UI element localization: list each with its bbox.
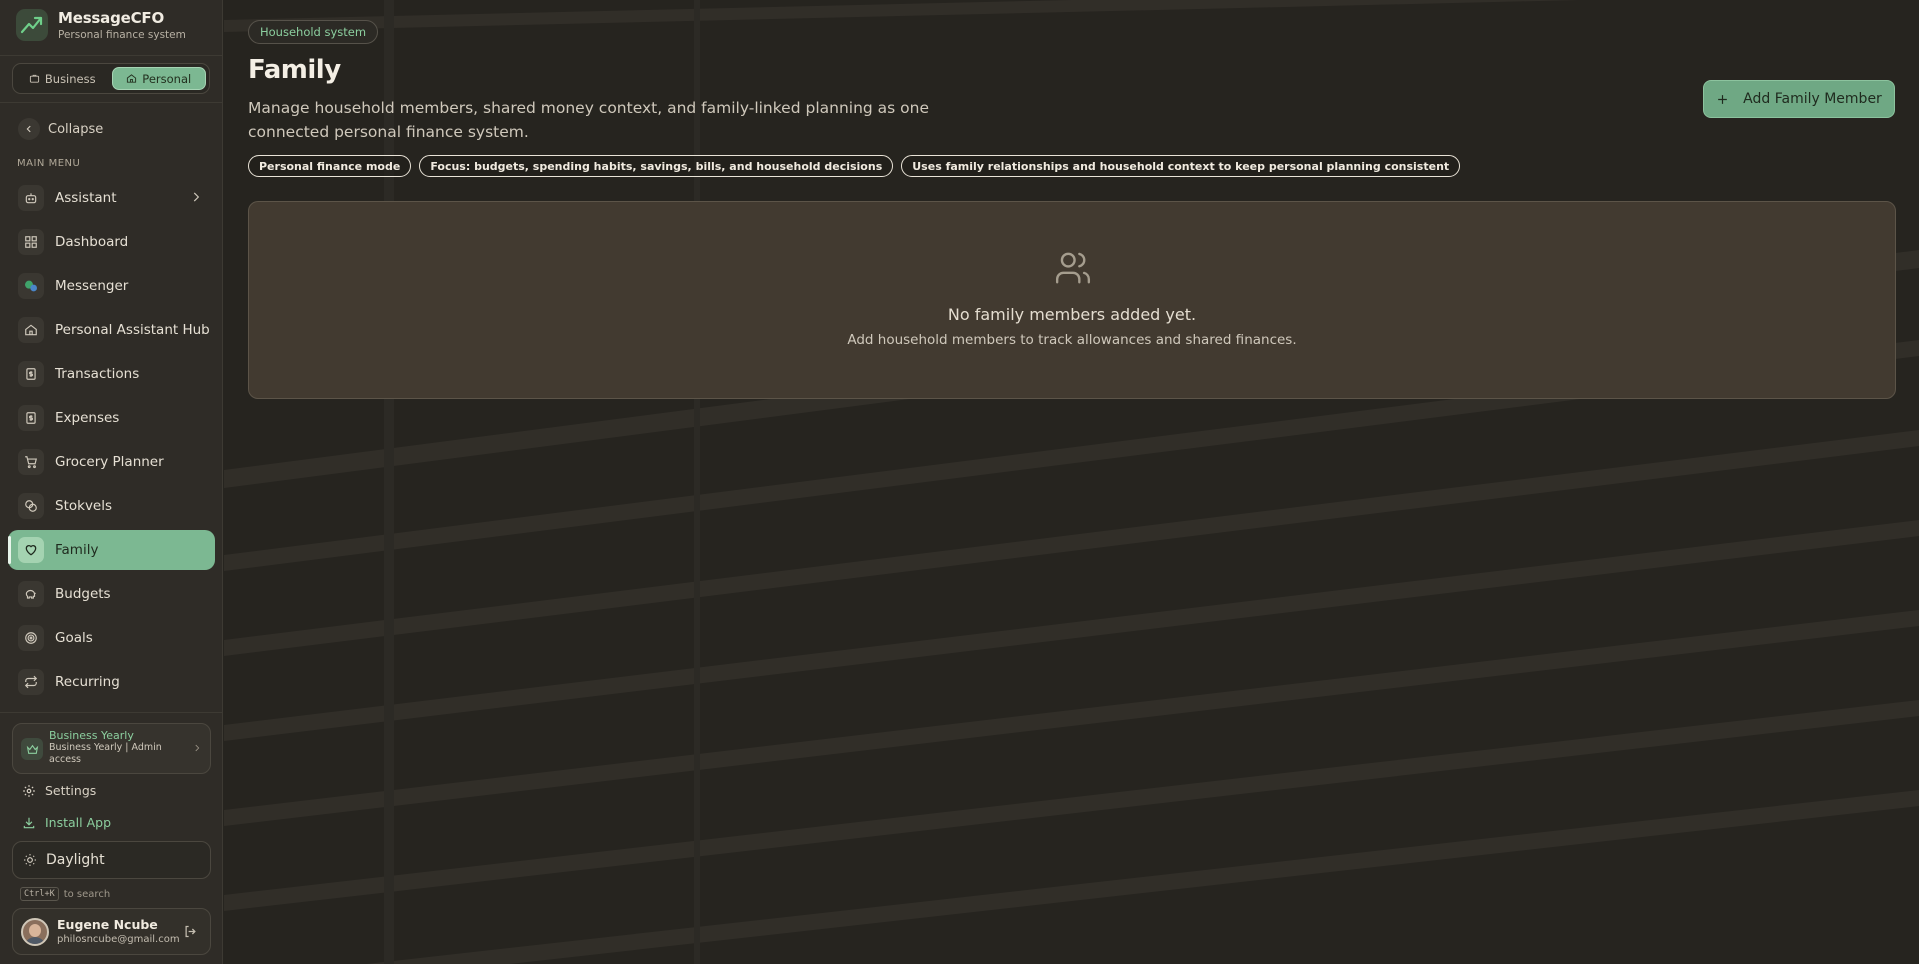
plan-card[interactable]: Business Yearly Business Yearly | Admin … xyxy=(12,723,211,774)
breadcrumb: Household system xyxy=(248,20,379,44)
user-email: philosncube@gmail.com xyxy=(57,934,180,945)
sidebar-item-personal-assistant-hub[interactable]: Personal Assistant Hub xyxy=(8,310,215,350)
sidebar-item-recurring[interactable]: Recurring xyxy=(8,662,215,702)
messenger-icon xyxy=(18,273,44,299)
context-tag: Uses family relationships and household … xyxy=(901,155,1461,177)
gear-icon xyxy=(23,784,35,797)
dollar-receipt-icon xyxy=(18,405,44,431)
crown-icon xyxy=(21,738,43,760)
coins-icon xyxy=(18,493,44,519)
plan-description: Business Yearly | Admin access xyxy=(49,742,162,765)
sidebar-item-budgets[interactable]: Budgets xyxy=(8,574,215,614)
sidebar-item-label: Assistant xyxy=(55,190,117,206)
settings-link[interactable]: Settings xyxy=(22,783,96,798)
briefcase-icon xyxy=(29,74,39,83)
sidebar-item-label: Transactions xyxy=(55,366,140,382)
plan-title: Business Yearly xyxy=(49,729,134,742)
avatar xyxy=(21,918,49,946)
brand-subtitle: Personal finance system xyxy=(58,29,186,41)
main-content: Household system Family Manage household… xyxy=(224,0,1919,964)
sidebar-item-dashboard[interactable]: Dashboard xyxy=(8,222,215,262)
search-hint: Ctrl+K to search xyxy=(20,887,110,901)
theme-label: Daylight xyxy=(46,852,105,868)
piggy-bank-icon xyxy=(18,581,44,607)
sidebar-item-label: Family xyxy=(55,542,99,558)
mode-switch: Business Personal xyxy=(12,63,210,94)
empty-state-subtitle: Add household members to track allowance… xyxy=(847,332,1297,348)
install-app-link[interactable]: Install App xyxy=(22,815,111,830)
sidebar-item-expenses[interactable]: Expenses xyxy=(8,398,215,438)
chevron-right-icon xyxy=(195,744,200,752)
collapse-label: Collapse xyxy=(48,121,104,137)
logout-icon[interactable] xyxy=(183,924,198,939)
context-tags: Personal finance mode Focus: budgets, sp… xyxy=(248,155,1461,177)
heart-icon xyxy=(18,537,44,563)
search-hint-text: to search xyxy=(63,888,111,900)
sidebar-item-label: Messenger xyxy=(55,278,129,294)
sidebar: MessageCFO Personal finance system Busin… xyxy=(0,0,223,964)
divider xyxy=(0,102,223,103)
search-shortcut: Ctrl+K xyxy=(20,887,59,901)
sidebar-item-label: Budgets xyxy=(55,586,111,602)
sidebar-item-assistant[interactable]: Assistant xyxy=(8,178,215,218)
empty-state-title: No family members added yet. xyxy=(947,305,1197,324)
home-icon xyxy=(127,74,137,83)
user-name: Eugene Ncube xyxy=(57,917,158,932)
background-pattern xyxy=(224,0,1919,964)
repeat-icon xyxy=(18,669,44,695)
sidebar-item-messenger[interactable]: Messenger xyxy=(8,266,215,306)
sidebar-item-label: Expenses xyxy=(55,410,120,426)
sidebar-item-label: Personal Assistant Hub xyxy=(55,322,210,338)
sidebar-item-label: Recurring xyxy=(55,674,120,690)
home-icon xyxy=(18,317,44,343)
sidebar-item-stokvels[interactable]: Stokvels xyxy=(8,486,215,526)
chevron-right-icon xyxy=(193,192,200,202)
business-mode-button[interactable]: Business xyxy=(16,67,109,90)
sidebar-item-goals[interactable]: Goals xyxy=(8,618,215,658)
sidebar-item-label: Dashboard xyxy=(55,234,129,250)
empty-state-card: No family members added yet. Add househo… xyxy=(248,201,1896,399)
personal-mode-label: Personal xyxy=(142,71,192,86)
sidebar-item-family[interactable]: Family xyxy=(8,530,215,570)
plus-icon xyxy=(1718,94,1728,104)
brand[interactable]: MessageCFO Personal finance system xyxy=(16,9,186,41)
collapse-button[interactable]: Collapse xyxy=(18,118,103,140)
target-icon xyxy=(18,625,44,651)
sidebar-item-transactions[interactable]: Transactions xyxy=(8,354,215,394)
context-tag: Focus: budgets, spending habits, savings… xyxy=(419,155,894,177)
settings-label: Settings xyxy=(45,783,97,798)
add-family-member-button[interactable]: Add Family Member xyxy=(1703,80,1895,118)
grid-icon xyxy=(18,229,44,255)
chevron-left-icon xyxy=(18,118,40,140)
brand-logo-icon xyxy=(16,9,48,41)
page-title: Family xyxy=(248,55,341,85)
business-mode-label: Business xyxy=(44,71,96,86)
context-tag: Personal finance mode xyxy=(248,155,412,177)
users-icon xyxy=(1055,252,1091,284)
sidebar-item-label: Goals xyxy=(55,630,93,646)
sun-icon xyxy=(24,854,36,866)
menu-heading: MAIN MENU xyxy=(17,158,81,169)
sidebar-item-grocery-planner[interactable]: Grocery Planner xyxy=(8,442,215,482)
download-icon xyxy=(23,817,35,828)
add-family-member-label: Add Family Member xyxy=(1743,91,1882,107)
install-app-label: Install App xyxy=(45,815,112,830)
page-description: Manage household members, shared money c… xyxy=(248,99,930,141)
sidebar-item-label: Grocery Planner xyxy=(55,454,164,470)
user-card[interactable]: Eugene Ncube philosncube@gmail.com xyxy=(12,908,211,955)
brand-name: MessageCFO xyxy=(58,9,164,27)
theme-toggle[interactable]: Daylight xyxy=(12,841,211,879)
divider xyxy=(0,55,223,56)
bot-icon xyxy=(18,185,44,211)
dollar-receipt-icon xyxy=(18,361,44,387)
main-menu: Assistant Dashboard Messenger Personal A… xyxy=(8,178,215,706)
divider xyxy=(0,712,223,713)
sidebar-item-label: Stokvels xyxy=(55,498,113,514)
cart-icon xyxy=(18,449,44,475)
personal-mode-button[interactable]: Personal xyxy=(111,67,206,90)
